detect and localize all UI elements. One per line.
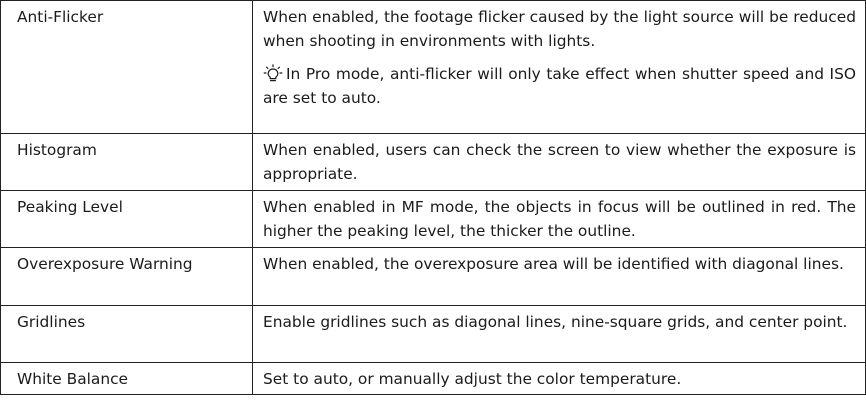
setting-description: When enabled in MF mode, the objects in … <box>252 190 866 248</box>
setting-description: When enabled, the footage flicker caused… <box>252 0 866 134</box>
table-row: Histogram When enabled, users can check … <box>0 133 866 191</box>
setting-description: When enabled, the overexposure area will… <box>252 247 866 306</box>
description-text: When enabled, the footage flicker caused… <box>263 8 856 50</box>
setting-description: Set to auto, or manually adjust the colo… <box>252 362 866 395</box>
tip-note: In Pro mode, anti-flicker will only take… <box>263 62 856 110</box>
table-row: White Balance Set to auto, or manually a… <box>0 362 866 395</box>
setting-name: Histogram <box>0 133 253 191</box>
setting-description: When enabled, users can check the screen… <box>252 133 866 191</box>
table-row: Anti-Flicker When enabled, the footage f… <box>0 0 866 134</box>
setting-name: Anti-Flicker <box>0 0 253 134</box>
setting-name: Peaking Level <box>0 190 253 248</box>
lightbulb-tip-icon <box>263 64 283 82</box>
setting-name: Overexposure Warning <box>0 247 253 306</box>
table-row: Peaking Level When enabled in MF mode, t… <box>0 190 866 248</box>
setting-description: Enable gridlines such as diagonal lines,… <box>252 305 866 363</box>
setting-name: White Balance <box>0 362 253 395</box>
tip-note-text: In Pro mode, anti-flicker will only take… <box>263 65 856 107</box>
setting-name: Gridlines <box>0 305 253 363</box>
settings-table: Anti-Flicker When enabled, the footage f… <box>0 0 866 395</box>
table-row: Gridlines Enable gridlines such as diago… <box>0 305 866 363</box>
table-row: Overexposure Warning When enabled, the o… <box>0 247 866 306</box>
